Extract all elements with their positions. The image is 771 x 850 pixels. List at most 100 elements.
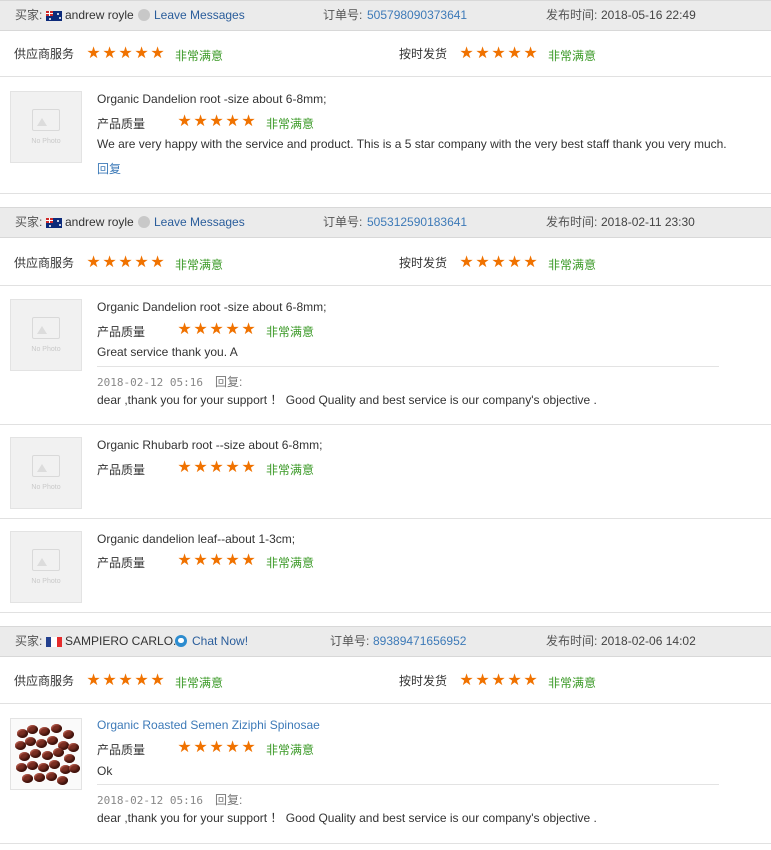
product-title[interactable]: Organic Dandelion root -size about 6-8mm…: [97, 92, 326, 106]
reply-link[interactable]: 回复: [97, 160, 121, 177]
published-label: 发布时间:: [546, 634, 598, 648]
review-item: No Photo Organic Dandelion root -size ab…: [0, 77, 771, 194]
star-icon: ★: [241, 459, 256, 476]
product-thumbnail[interactable]: No Photo: [10, 437, 82, 509]
star-icon: ★: [475, 672, 490, 689]
image-placeholder-icon: [32, 109, 60, 131]
star-icon: ★: [209, 321, 224, 338]
star-icon: ★: [177, 739, 192, 756]
star-icon: ★: [475, 45, 490, 62]
shipping-rating: 非常满意: [548, 676, 597, 690]
supplier-service-label: 供应商服务: [14, 47, 75, 61]
product-title[interactable]: Organic dandelion leaf--about 1-3cm;: [97, 532, 295, 546]
published-label: 发布时间:: [546, 215, 598, 229]
order-no-link[interactable]: 505312590183641: [367, 208, 467, 237]
supplier-service-rating: 非常满意: [175, 258, 224, 272]
message-icon[interactable]: [138, 216, 150, 228]
review-item: No Photo Organic Dandelion root -size ab…: [0, 286, 771, 425]
star-icon: ★: [102, 45, 117, 62]
message-icon[interactable]: [138, 9, 150, 21]
star-icon: ★: [491, 45, 506, 62]
review-item: Organic Roasted Semen Ziziphi Spinosae 产…: [0, 704, 771, 844]
shipping-stars: ★ ★ ★ ★ ★: [459, 673, 538, 689]
order-no-link[interactable]: 89389471656952: [373, 627, 466, 656]
quality-label: 产品质量: [97, 556, 146, 570]
star-icon: ★: [459, 672, 474, 689]
supplier-service-rating: 非常满意: [175, 676, 224, 690]
review-comment: Great service thank you. A: [97, 345, 238, 359]
product-thumbnail[interactable]: [10, 718, 82, 790]
star-icon: ★: [102, 254, 117, 271]
supplier-service-stars: ★ ★ ★ ★ ★: [86, 46, 165, 62]
reply-date: 2018-02-12 05:16: [97, 376, 203, 389]
published-date: 2018-02-11 23:30: [601, 215, 695, 229]
review-item: No Photo Organic Rhubarb root --size abo…: [0, 425, 771, 519]
buyer-name[interactable]: SAMPIERO CARLO...: [65, 627, 183, 656]
review-comment: We are very happy with the service and p…: [97, 137, 727, 151]
star-icon: ★: [177, 459, 192, 476]
star-icon: ★: [118, 45, 133, 62]
quality-label: 产品质量: [97, 325, 146, 339]
star-icon: ★: [241, 113, 256, 130]
star-icon: ★: [225, 113, 240, 130]
star-icon: ★: [225, 552, 240, 569]
review-item: No Photo Organic dandelion leaf--about 1…: [0, 519, 771, 613]
product-title-link[interactable]: Organic Roasted Semen Ziziphi Spinosae: [97, 718, 320, 732]
leave-messages-link[interactable]: Leave Messages: [154, 208, 245, 237]
star-icon: ★: [475, 254, 490, 271]
no-photo-text: No Photo: [31, 484, 61, 491]
shipping-rating: 非常满意: [548, 49, 597, 63]
buyer-name[interactable]: andrew royle: [65, 1, 134, 30]
product-thumbnail[interactable]: No Photo: [10, 91, 82, 163]
star-icon: ★: [507, 672, 522, 689]
service-rating-row: 供应商服务 ★ ★ ★ ★ ★ 非常满意 按时发货 ★ ★ ★ ★ ★ 非常满意: [0, 240, 771, 286]
star-icon: ★: [507, 45, 522, 62]
quality-rating: 非常满意: [266, 556, 315, 570]
product-title[interactable]: Organic Dandelion root -size about 6-8mm…: [97, 300, 326, 314]
star-icon: ★: [177, 321, 192, 338]
star-icon: ★: [209, 739, 224, 756]
star-icon: ★: [523, 45, 538, 62]
order-no-label: 订单号:: [323, 8, 363, 22]
star-icon: ★: [193, 459, 208, 476]
chat-now-link[interactable]: Chat Now!: [192, 627, 248, 656]
star-icon: ★: [134, 672, 149, 689]
star-icon: ★: [86, 45, 101, 62]
product-title[interactable]: Organic Rhubarb root --size about 6-8mm;: [97, 438, 322, 452]
product-thumbnail[interactable]: No Photo: [10, 299, 82, 371]
quality-stars: ★ ★ ★ ★ ★: [177, 114, 256, 130]
star-icon: ★: [134, 254, 149, 271]
image-placeholder-icon: [32, 455, 60, 477]
leave-messages-link[interactable]: Leave Messages: [154, 1, 245, 30]
star-icon: ★: [177, 552, 192, 569]
star-icon: ★: [150, 672, 165, 689]
star-icon: ★: [491, 672, 506, 689]
star-icon: ★: [241, 552, 256, 569]
product-thumbnail[interactable]: No Photo: [10, 531, 82, 603]
star-icon: ★: [225, 459, 240, 476]
quality-rating: 非常满意: [266, 463, 315, 477]
star-icon: ★: [150, 45, 165, 62]
chat-icon[interactable]: [175, 635, 187, 647]
order-header: 买家: andrew royle Leave Messages 订单号: 505…: [0, 207, 771, 238]
order-no-label: 订单号:: [330, 634, 370, 648]
order-no-link[interactable]: 505798090373641: [367, 1, 467, 30]
star-icon: ★: [118, 672, 133, 689]
star-icon: ★: [118, 254, 133, 271]
buyer-name[interactable]: andrew royle: [65, 208, 134, 237]
shipping-label: 按时发货: [399, 256, 448, 270]
seller-reply-meta: 2018-02-12 05:16 回复:: [97, 791, 242, 808]
flag-australia-icon: [46, 218, 62, 228]
star-icon: ★: [225, 321, 240, 338]
order-header: 买家: SAMPIERO CARLO... Chat Now! 订单号: 893…: [0, 626, 771, 657]
flag-australia-icon: [46, 11, 62, 21]
supplier-service-label: 供应商服务: [14, 674, 75, 688]
review-comment: Ok: [97, 764, 113, 778]
no-photo-text: No Photo: [31, 346, 61, 353]
star-icon: ★: [86, 672, 101, 689]
published-label: 发布时间:: [546, 8, 598, 22]
quality-rating: 非常满意: [266, 117, 315, 131]
image-placeholder-icon: [32, 317, 60, 339]
star-icon: ★: [459, 254, 474, 271]
star-icon: ★: [507, 254, 522, 271]
